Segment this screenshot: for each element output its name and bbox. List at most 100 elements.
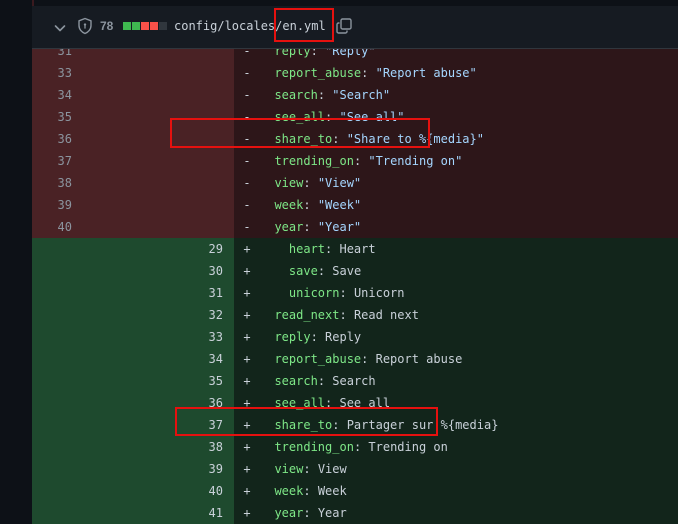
yaml-value: "View" (317, 176, 362, 190)
file-header: 78 config/locales/en.yml (32, 6, 678, 49)
old-line-number[interactable]: 37 (32, 150, 133, 172)
old-line-number[interactable] (32, 326, 133, 348)
deleted-line-row: 36 - share_to: "Share to %{media}" (32, 128, 678, 150)
old-line-number[interactable] (32, 238, 133, 260)
yaml-key: view (274, 176, 304, 190)
yaml-separator: : (303, 484, 318, 498)
deleted-line-row: 35 - see_all: "See all" (32, 106, 678, 128)
new-line-number[interactable] (133, 150, 234, 172)
shield-icon[interactable] (76, 17, 94, 35)
code-line: see_all: "See all" (260, 110, 405, 124)
old-line-number[interactable] (32, 458, 133, 480)
added-line-row: 33 + reply: Reply (32, 326, 678, 348)
old-line-number[interactable] (32, 348, 133, 370)
new-line-number[interactable] (133, 62, 234, 84)
new-line-number[interactable]: 35 (133, 370, 234, 392)
old-line-number[interactable] (32, 370, 133, 392)
new-line-number[interactable] (133, 128, 234, 150)
old-line-number[interactable] (32, 260, 133, 282)
yaml-key: share_to (274, 132, 333, 146)
yaml-key: save (288, 264, 318, 278)
new-line-number[interactable]: 34 (133, 348, 234, 370)
old-line-number[interactable] (32, 282, 133, 304)
old-line-number[interactable] (32, 414, 133, 436)
yaml-value: Unicorn (353, 286, 405, 300)
new-line-number[interactable] (133, 106, 234, 128)
diff-sign: + (243, 462, 251, 476)
yaml-key: see_all (274, 110, 326, 124)
yaml-separator: : (361, 66, 376, 80)
added-line-row: 35 + search: Search (32, 370, 678, 392)
new-line-number[interactable]: 40 (133, 480, 234, 502)
diff-sign: + (243, 286, 251, 300)
file-path-link[interactable]: config/locales/en.yml (174, 19, 326, 33)
diff-sign: - (243, 154, 251, 168)
yaml-separator: : (303, 220, 318, 234)
yaml-key: report_abuse (274, 66, 362, 80)
new-line-number[interactable]: 33 (133, 326, 234, 348)
deleted-line-row: 40 - year: "Year" (32, 216, 678, 238)
code-line: view: View (260, 462, 346, 476)
yaml-value: Week (317, 484, 347, 498)
yaml-separator: : (310, 330, 326, 344)
yaml-value: "See all" (339, 110, 405, 124)
old-line-number[interactable] (32, 480, 133, 502)
old-line-number[interactable]: 35 (32, 106, 133, 128)
deleted-line-row: 33 - report_abuse: "Report abuse" (32, 62, 678, 84)
code-line: trending_on: Trending on (260, 440, 448, 454)
code-line: see_all: See all (260, 396, 390, 410)
old-line-number[interactable]: 39 (32, 194, 133, 216)
old-line-number[interactable] (32, 436, 133, 458)
diffstat-bar (123, 22, 131, 30)
yaml-key: year (274, 506, 304, 520)
old-line-number[interactable]: 40 (32, 216, 133, 238)
old-line-number[interactable] (32, 304, 133, 326)
code-line: year: Year (260, 506, 346, 520)
chevron-down-icon[interactable] (52, 20, 68, 36)
new-line-number[interactable]: 37 (133, 414, 234, 436)
new-line-number[interactable]: 29 (133, 238, 234, 260)
old-line-number[interactable]: 36 (32, 128, 133, 150)
diff-sign: - (243, 132, 251, 146)
new-line-number[interactable] (133, 172, 234, 194)
old-line-number[interactable]: 33 (32, 62, 133, 84)
diff-sign: - (243, 198, 251, 212)
old-line-number[interactable] (32, 392, 133, 414)
added-line-row: 39 + view: View (32, 458, 678, 480)
yaml-key: view (274, 462, 304, 476)
yaml-key: search (274, 88, 318, 102)
new-line-number[interactable]: 32 (133, 304, 234, 326)
yaml-value: Trending on (368, 440, 448, 454)
diffstat-bar (159, 22, 167, 30)
new-line-number[interactable] (133, 216, 234, 238)
diff-sign: + (243, 330, 251, 344)
yaml-value: "Trending on" (368, 154, 463, 168)
new-line-number[interactable] (133, 84, 234, 106)
diffstat-bars (123, 22, 167, 30)
old-line-number[interactable] (32, 502, 133, 524)
new-line-number[interactable] (133, 194, 234, 216)
code-line: year: "Year" (260, 220, 361, 234)
yaml-key: search (274, 374, 318, 388)
new-line-number[interactable]: 36 (133, 392, 234, 414)
copy-icon[interactable] (335, 17, 353, 35)
code-line: heart: Heart (260, 242, 376, 256)
new-line-number[interactable]: 39 (133, 458, 234, 480)
new-line-number[interactable]: 38 (133, 436, 234, 458)
old-line-number[interactable]: 34 (32, 84, 133, 106)
new-line-number[interactable]: 30 (133, 260, 234, 282)
code-line: unicorn: Unicorn (260, 286, 405, 300)
yaml-separator: : (317, 88, 333, 102)
new-line-number[interactable]: 41 (133, 502, 234, 524)
code-line: trending_on: "Trending on" (260, 154, 462, 168)
diff-view: 31- reply: "Reply" 33- report_abuse: "Rep… (32, 40, 678, 524)
old-line-number[interactable]: 38 (32, 172, 133, 194)
yaml-separator: : (325, 242, 340, 256)
new-line-number[interactable]: 31 (133, 282, 234, 304)
